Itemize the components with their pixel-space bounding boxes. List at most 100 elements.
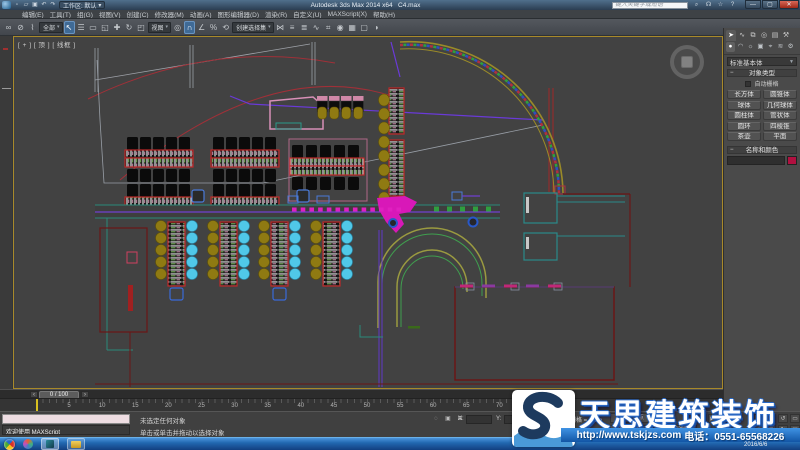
category-helpers[interactable]: ⌖: [766, 42, 775, 52]
unlink-selection-icon[interactable]: ⊘: [15, 21, 26, 34]
new-scene-icon[interactable]: ▫: [13, 1, 21, 9]
menu-group[interactable]: 组(G): [77, 10, 93, 19]
absolute-mode-icon[interactable]: ⊞: [455, 415, 465, 424]
arc-rotate-icon[interactable]: ↻: [778, 425, 788, 434]
reference-coordinate-dropdown[interactable]: 视图▾: [148, 22, 172, 33]
auto-key-button[interactable]: 自动关键点: [610, 413, 650, 423]
tab-create[interactable]: ➤: [726, 30, 736, 41]
start-button[interactable]: [4, 439, 15, 450]
menu-customize[interactable]: 自定义(U): [293, 10, 322, 19]
category-cameras[interactable]: ▣: [756, 42, 765, 52]
y-coordinate-field[interactable]: [504, 415, 530, 424]
menu-views[interactable]: 视图(V): [99, 10, 121, 19]
maximize-button[interactable]: ▢: [762, 0, 778, 9]
select-object-icon[interactable]: ↖: [64, 21, 75, 34]
tube-button[interactable]: 管状体: [763, 111, 797, 120]
category-lights[interactable]: ☼: [746, 42, 755, 52]
frame-back-button[interactable]: ‹: [30, 391, 38, 398]
snap-toggle-icon[interactable]: ∩: [184, 21, 195, 34]
selection-lock-icon[interactable]: ▣: [443, 415, 453, 424]
select-and-link-icon[interactable]: ∞: [3, 21, 14, 34]
minimize-button[interactable]: —: [745, 0, 761, 9]
menu-tools[interactable]: 工具(T): [50, 10, 71, 19]
maximize-viewport-icon[interactable]: ◱: [790, 425, 800, 434]
tab-hierarchy[interactable]: ⧉: [748, 30, 758, 41]
pan-icon[interactable]: ◇: [754, 425, 764, 434]
maxscript-mini-listener[interactable]: [2, 414, 130, 424]
frame-forward-button[interactable]: ›: [81, 391, 89, 398]
viewport-top[interactable]: [ + ] [ 顶 ] [ 线框 ]: [13, 36, 723, 389]
key-filters-button[interactable]: 关键点过滤器...: [653, 425, 697, 435]
window-crossing-icon[interactable]: ◱: [100, 21, 111, 34]
select-by-name-icon[interactable]: ☰: [76, 21, 87, 34]
menu-help[interactable]: 帮助(H): [373, 10, 395, 19]
help-icon[interactable]: ?: [728, 1, 737, 9]
category-systems[interactable]: ⚙: [786, 42, 795, 52]
layer-manager-icon[interactable]: ≣: [299, 21, 310, 34]
render-setup-icon[interactable]: ▦: [347, 21, 358, 34]
material-editor-icon[interactable]: ◉: [335, 21, 346, 34]
bind-to-space-warp-icon[interactable]: ⌇: [27, 21, 38, 34]
named-selection-dropdown[interactable]: 创建选择集▾: [232, 22, 274, 33]
zoom-extents-icon[interactable]: ⊡: [766, 414, 776, 423]
infocenter-search-input[interactable]: [612, 2, 688, 9]
favorites-icon[interactable]: ☆: [716, 1, 725, 9]
box-button[interactable]: 长方体: [727, 90, 761, 99]
close-button[interactable]: ✕: [779, 0, 799, 9]
spinner-snap-icon[interactable]: ⟲: [220, 21, 231, 34]
search-icon[interactable]: ⌕: [692, 1, 701, 9]
play-button[interactable]: ▶: [708, 414, 717, 423]
rectangular-selection-region-icon[interactable]: ▭: [88, 21, 99, 34]
cylinder-button[interactable]: 圆柱体: [727, 111, 761, 120]
viewcube-face[interactable]: [681, 56, 693, 68]
angle-snap-icon[interactable]: ∠: [196, 21, 207, 34]
rollout-name-color[interactable]: −名称和颜色: [727, 146, 797, 154]
select-and-rotate-icon[interactable]: ↻: [124, 21, 135, 34]
sphere-button[interactable]: 球体: [727, 101, 761, 110]
geosphere-button[interactable]: 几何球体: [763, 101, 797, 110]
tab-modify[interactable]: ∿: [737, 30, 747, 41]
select-and-move-icon[interactable]: ✚: [112, 21, 123, 34]
z-coordinate-field[interactable]: [542, 415, 568, 424]
zoom-icon[interactable]: +: [754, 414, 764, 423]
browser-taskbar-icon[interactable]: [23, 439, 33, 449]
3dsmax-taskbar-button[interactable]: [41, 438, 59, 450]
select-and-scale-icon[interactable]: ◰: [136, 21, 147, 34]
save-file-icon[interactable]: ▣: [31, 1, 39, 9]
category-space-warps[interactable]: ≋: [776, 42, 785, 52]
menu-graph-editors[interactable]: 图形编辑器(D): [218, 10, 260, 19]
track-bar[interactable]: 510152025303540455055606570: [0, 398, 723, 411]
pyramid-button[interactable]: 四棱锥: [763, 122, 797, 131]
autogrid-checkbox[interactable]: 自动栅格: [724, 79, 800, 88]
rendered-frame-window-icon[interactable]: ▢: [359, 21, 370, 34]
viewcube[interactable]: [670, 45, 704, 79]
tab-display[interactable]: ▤: [770, 30, 780, 41]
menu-rendering[interactable]: 渲染(R): [265, 10, 287, 19]
undo-icon[interactable]: ↶: [40, 1, 48, 9]
set-key-button[interactable]: 设置关键点: [610, 425, 650, 435]
menu-edit[interactable]: 编辑(E): [22, 10, 44, 19]
isolate-selection-icon[interactable]: ◌: [431, 415, 441, 424]
zoom-all-icon[interactable]: ⊞: [766, 425, 776, 434]
category-shapes[interactable]: ◠: [736, 42, 745, 52]
open-file-icon[interactable]: ▱: [22, 1, 30, 9]
tab-motion[interactable]: ◎: [759, 30, 769, 41]
menu-maxscript[interactable]: MAXScript(X): [328, 11, 367, 18]
cone-button[interactable]: 圆锥体: [763, 90, 797, 99]
add-time-tag[interactable]: 添加时间标记: [561, 428, 597, 437]
align-icon[interactable]: ≡: [287, 21, 298, 34]
next-frame-button[interactable]: ›: [718, 414, 727, 423]
object-color-swatch[interactable]: [787, 156, 797, 165]
max-application-menu-icon[interactable]: [2, 1, 11, 9]
field-of-view-icon[interactable]: ▭: [790, 414, 800, 423]
torus-button[interactable]: 圆环: [727, 122, 761, 131]
primitive-category-dropdown[interactable]: 标准基本体▼: [727, 57, 797, 66]
menu-modifiers[interactable]: 修改器(M): [155, 10, 184, 19]
curve-editor-icon[interactable]: ∿: [311, 21, 322, 34]
mirror-icon[interactable]: ⋈: [275, 21, 286, 34]
communication-center-icon[interactable]: ☊: [704, 1, 713, 9]
menu-animation[interactable]: 动画(A): [190, 10, 212, 19]
plane-button[interactable]: 平面: [763, 132, 797, 141]
teapot-button[interactable]: 茶壶: [727, 132, 761, 141]
redo-icon[interactable]: ↷: [49, 1, 57, 9]
